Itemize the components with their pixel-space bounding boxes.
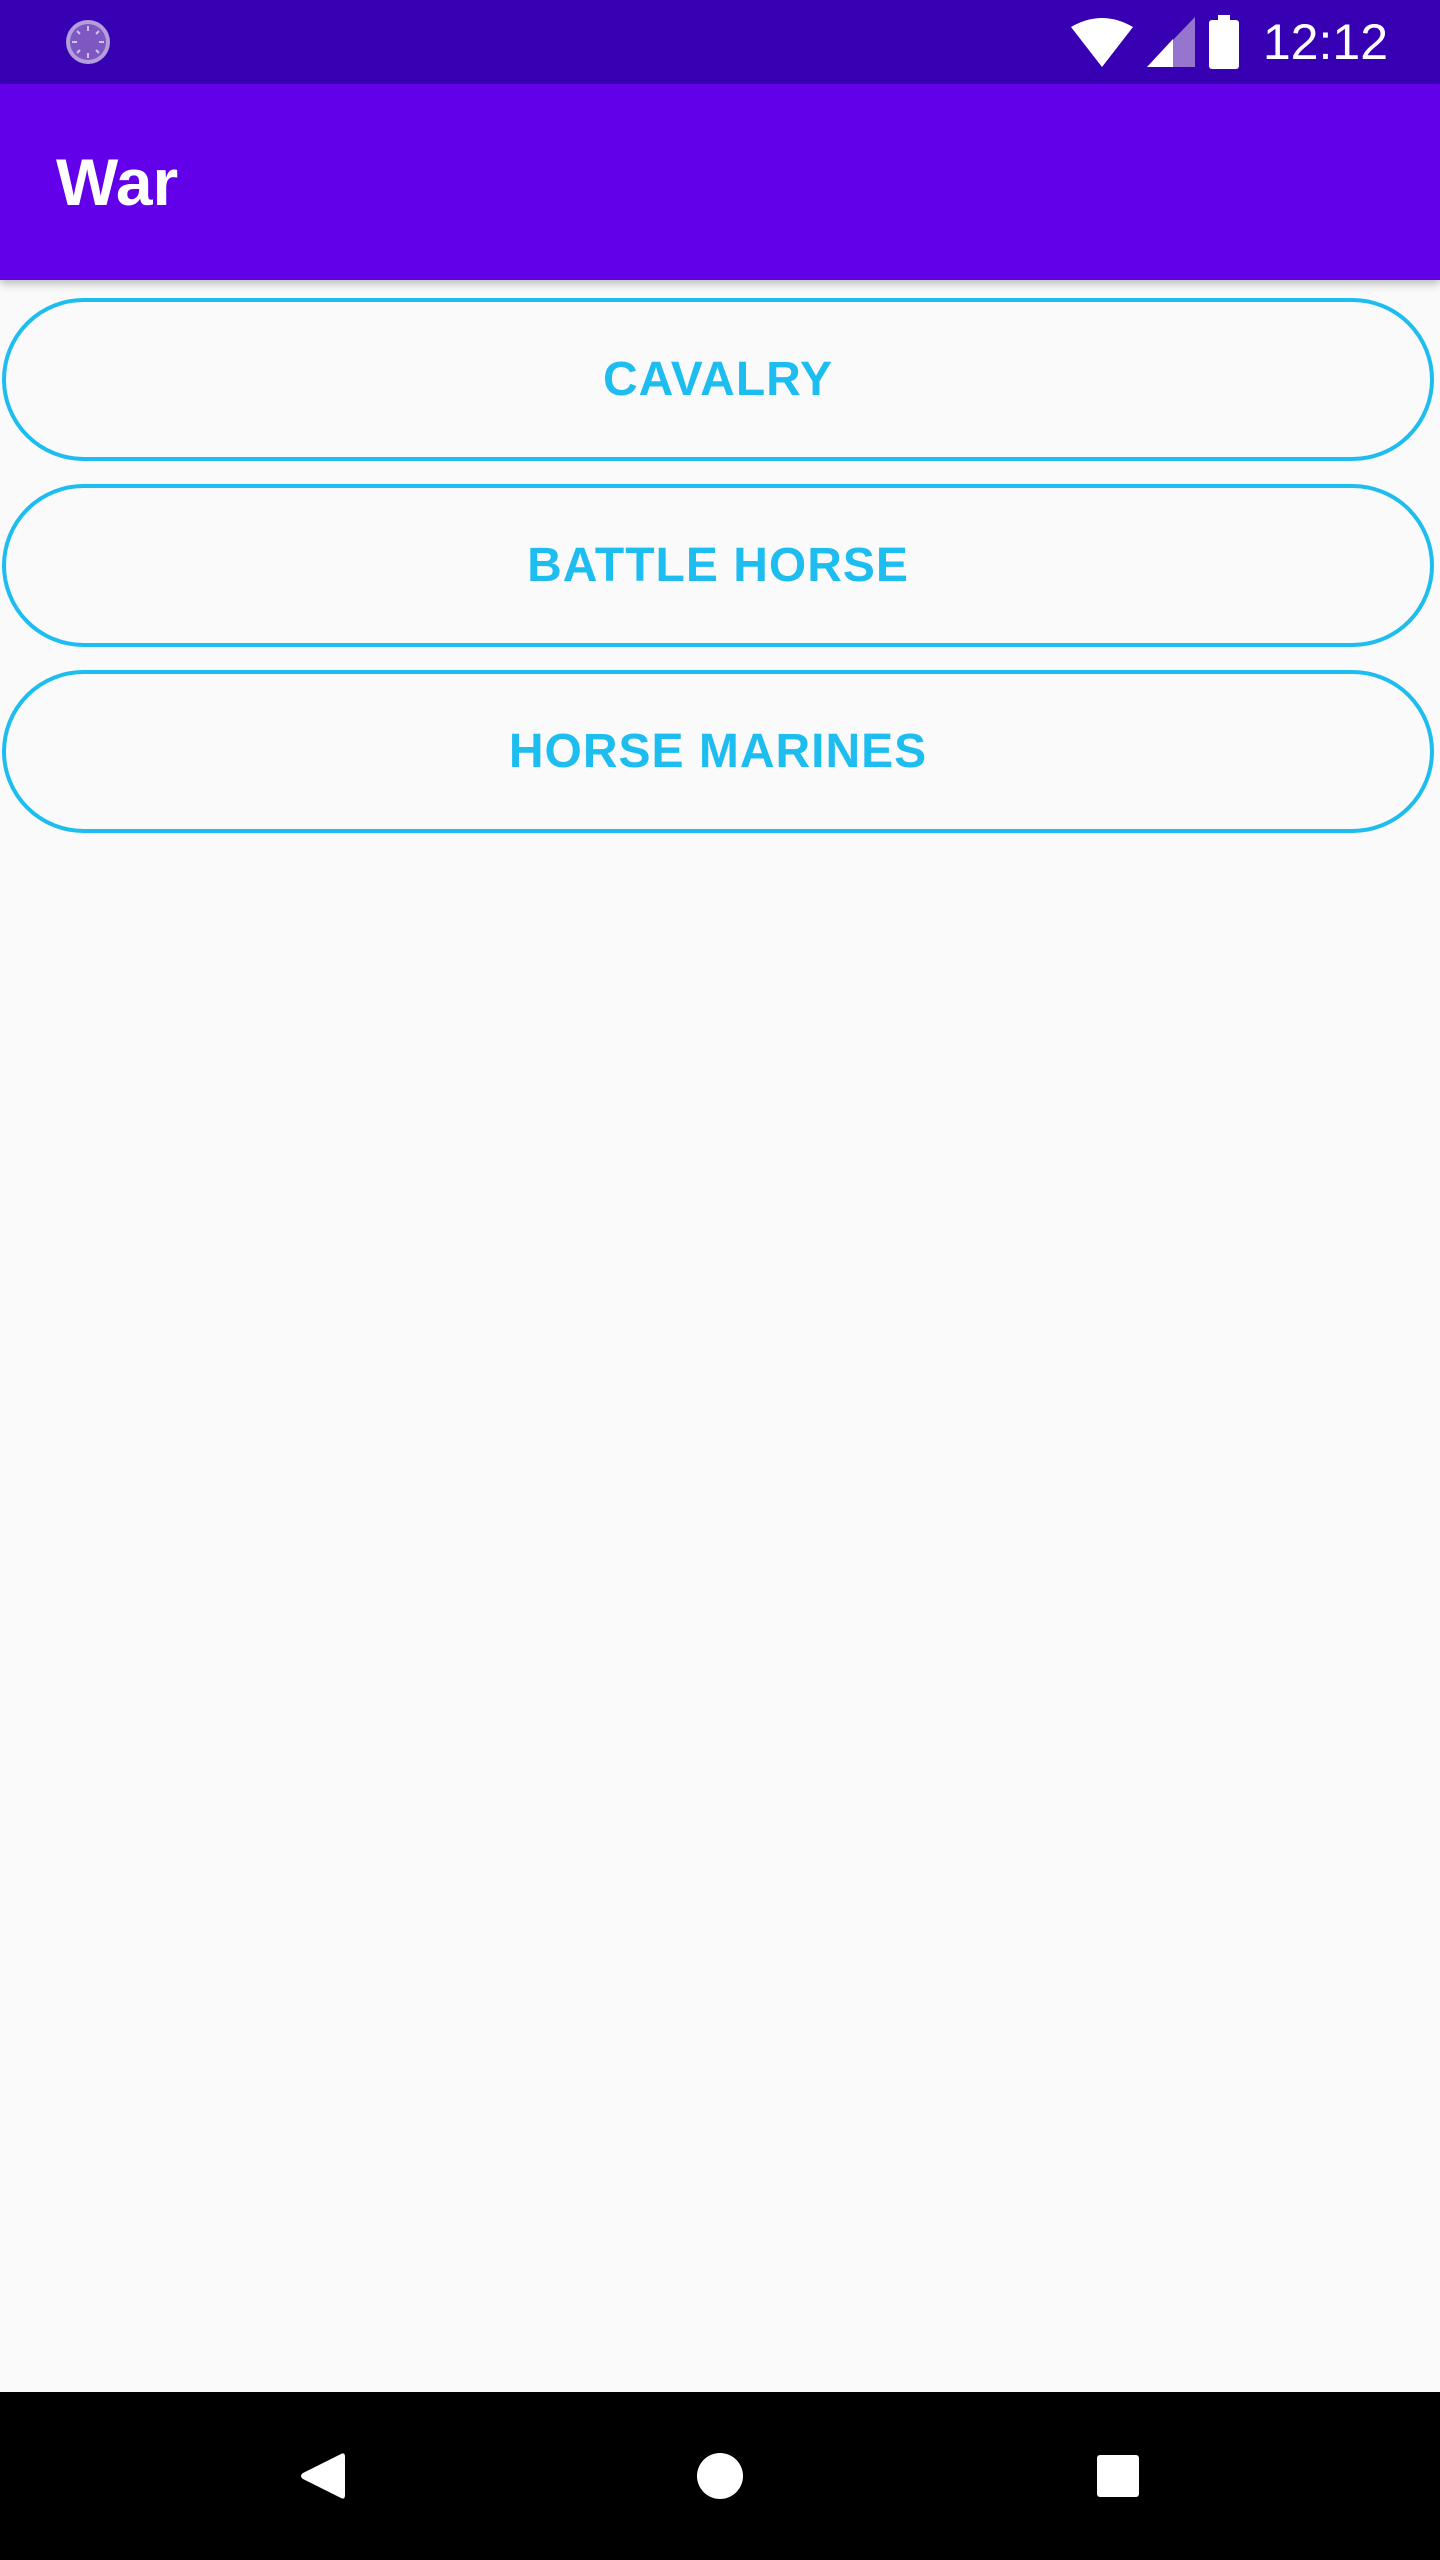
status-icons: 12:12: [1070, 0, 1388, 84]
status-time: 12:12: [1262, 14, 1388, 70]
navigation-bar: [0, 2392, 1440, 2560]
recents-icon: [1097, 2455, 1139, 2497]
home-button[interactable]: [636, 2392, 804, 2560]
main-content: CAVALRY BATTLE HORSE HORSE MARINES: [0, 280, 1440, 2392]
wifi-icon: [1070, 18, 1133, 67]
battle-horse-button[interactable]: BATTLE HORSE: [2, 484, 1434, 647]
home-icon: [697, 2453, 743, 2499]
cellular-signal-icon: [1146, 17, 1195, 67]
back-button[interactable]: [238, 2392, 406, 2560]
app-bar: War: [0, 84, 1440, 280]
horse-marines-button[interactable]: HORSE MARINES: [2, 670, 1434, 833]
battery-icon: [1208, 15, 1239, 69]
recents-button[interactable]: [1034, 2392, 1202, 2560]
cavalry-button[interactable]: CAVALRY: [2, 298, 1434, 461]
status-bar: 12:12: [0, 0, 1440, 84]
back-icon: [301, 2453, 345, 2499]
app-loading-icon: [66, 20, 110, 64]
page-title: War: [56, 145, 179, 219]
